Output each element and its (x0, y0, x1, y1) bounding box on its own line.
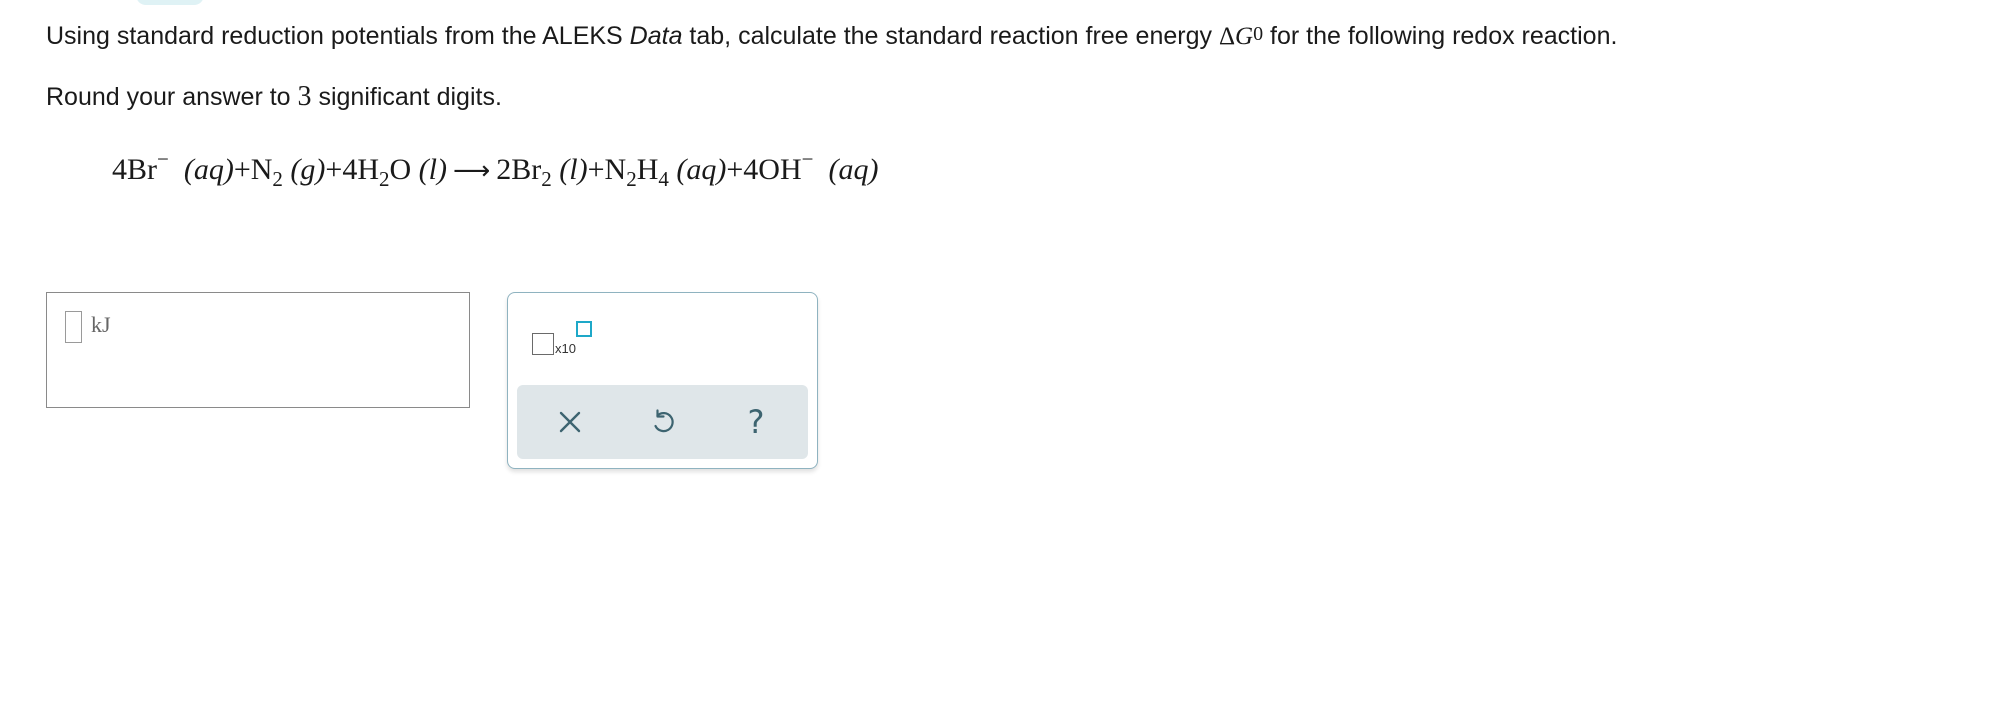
clear-button[interactable] (550, 402, 590, 442)
data-tab-word: Data (629, 22, 683, 50)
hydroxide-state: (aq) (828, 153, 879, 186)
plus-sign: + (587, 153, 605, 186)
bromine-subscript: 2 (541, 167, 552, 191)
bromine-state: (l) (559, 153, 588, 186)
water-oxygen: O (389, 153, 412, 186)
help-icon: ? (747, 403, 765, 441)
scientific-notation-button[interactable]: x10 (532, 321, 602, 373)
answer-input-slot[interactable] (65, 311, 82, 343)
math-tool-panel: x10 ? (507, 292, 818, 469)
plus-sign: + (325, 153, 343, 186)
rounding-before: Round your answer to (46, 83, 298, 111)
standard-state-superscript: 0 (1253, 23, 1264, 45)
delta-g-symbol: ΔG0 (1219, 23, 1263, 50)
bromine-term: 2Br (496, 153, 542, 186)
plus-sign: + (726, 153, 744, 186)
top-tab-hint (136, 0, 204, 5)
rounding-after: significant digits. (311, 83, 502, 111)
hydrazine-h-subscript: 4 (658, 167, 669, 191)
water-subscript: 2 (379, 167, 390, 191)
question-text: Using standard reduction potentials from… (46, 18, 1617, 56)
undo-button[interactable] (643, 402, 683, 442)
page: Using standard reduction potentials from… (0, 0, 1994, 706)
question-outro: for the following redox reaction. (1263, 22, 1618, 50)
nitrogen-subscript: 2 (272, 167, 283, 191)
coefficient-box-icon (532, 333, 554, 355)
undo-icon (654, 409, 674, 433)
water-state: (l) (418, 153, 447, 186)
nitrogen-term: N (250, 153, 273, 186)
hydroxide-charge: − (801, 147, 814, 171)
exponent-box-icon (576, 321, 592, 337)
hydrazine-n-subscript: 2 (626, 167, 637, 191)
significant-digits-count: 3 (297, 81, 312, 112)
hydrazine-state: (aq) (676, 153, 727, 186)
nitrogen-state: (g) (290, 153, 326, 186)
water-term: 4H (342, 153, 379, 186)
close-icon (559, 411, 581, 433)
reaction-arrow: ⟶ (453, 156, 491, 186)
answer-input-box[interactable]: kJ (46, 292, 470, 408)
bromide-charge: − (157, 147, 169, 171)
question-intro: Using standard reduction potentials from… (46, 22, 630, 50)
delta-symbol: Δ (1218, 23, 1236, 50)
question-middle: tab, calculate the standard reaction fre… (682, 22, 1219, 50)
g-symbol: G (1235, 23, 1254, 50)
rounding-instruction: Round your answer to 3 significant digit… (46, 79, 502, 115)
redox-equation: 4Br− (aq)+N2 (g)+4H2O (l) ⟶ 2Br2 (l)+N2H4 … (112, 148, 878, 193)
hydrazine-h: H (636, 153, 659, 186)
plus-sign: + (233, 153, 251, 186)
answer-unit-label: kJ (91, 312, 111, 337)
bromide-state: (aq) (183, 153, 234, 186)
bromide-term: 4Br (112, 153, 157, 186)
help-button[interactable]: ? (736, 402, 776, 442)
hydroxide-term: 4OH (743, 153, 802, 186)
action-bar: ? (517, 385, 808, 459)
hydrazine-n: N (604, 153, 627, 186)
x10-label: x10 (555, 341, 576, 356)
